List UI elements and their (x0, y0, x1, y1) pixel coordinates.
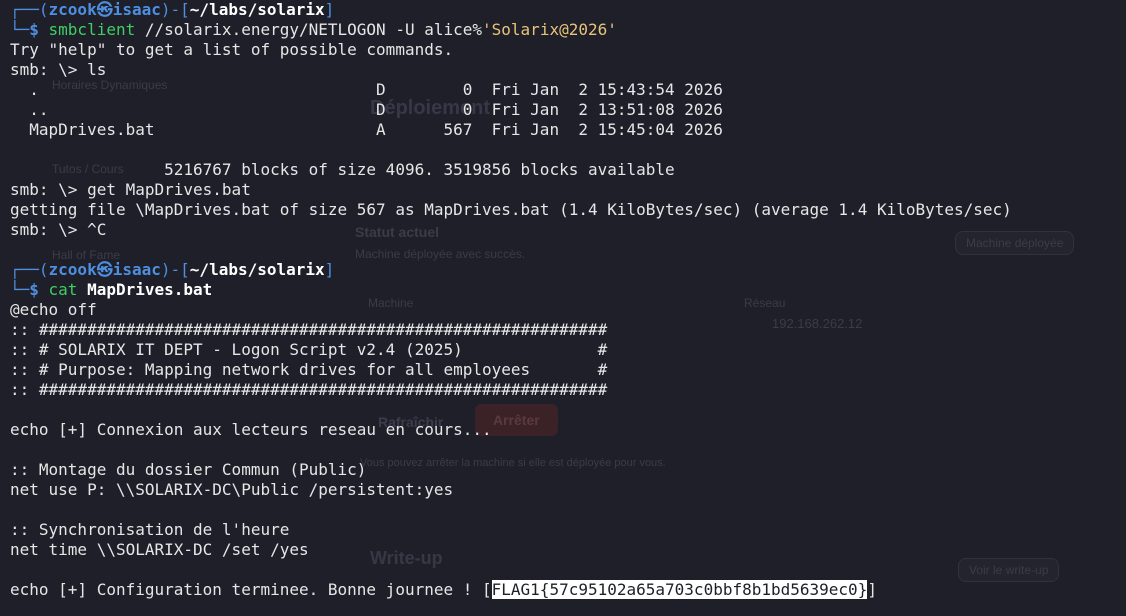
prompt-header-2: ┌──(zcook㉿isaac)-[~/labs/solarix] (10, 260, 1012, 280)
output-line: . D 0 Fri Jan 2 15:43:54 2026 (10, 80, 723, 99)
prompt-frame: ] (324, 0, 335, 19)
flag-selection[interactable]: FLAG1{57c95102a65a703c0bbf8b1bd5639ec0} (491, 580, 868, 599)
command-args: //solarix.energy/NETLOGON -U alice% (135, 20, 483, 39)
prompt-header-1: ┌──(zcook㉿isaac)-[~/labs/solarix] (10, 0, 1012, 20)
file-line (10, 500, 1012, 520)
command-name: cat (48, 280, 78, 299)
command-line-2: └─$ cat MapDrives.bat (10, 280, 1012, 300)
file-line: net use P: \\SOLARIX-DC\Public /persiste… (10, 480, 454, 499)
file-line (10, 400, 1012, 420)
file-line: :: # Purpose: Mapping network drives for… (10, 360, 608, 379)
file-line: echo [+] Connexion aux lecteurs reseau e… (10, 420, 492, 439)
prompt-frame: ┌──( (10, 260, 49, 279)
final-echo-prefix: echo [+] Configuration terminee. Bonne j… (10, 580, 492, 599)
output-line: getting file \MapDrives.bat of size 567 … (10, 200, 1012, 219)
prompt-path: ~/labs/solarix (189, 260, 325, 279)
final-echo-line: echo [+] Configuration terminee. Bonne j… (10, 580, 1012, 600)
output-line: .. D 0 Fri Jan 2 13:51:08 2026 (10, 100, 723, 119)
file-line: :: #####################################… (10, 380, 608, 399)
prompt-dollar: $ (29, 20, 49, 39)
file-line: :: Synchronisation de l'heure (10, 520, 290, 539)
output-line: MapDrives.bat A 567 Fri Jan 2 15:45:04 2… (10, 120, 723, 139)
terminal-output: ┌──(zcook㉿isaac)-[~/labs/solarix] └─$ sm… (10, 0, 1012, 600)
prompt-host: isaac (112, 260, 161, 279)
prompt-frame: )-[ (160, 260, 190, 279)
prompt-user: zcook (48, 260, 97, 279)
output-line: smb: \> get MapDrives.bat (10, 180, 251, 199)
prompt-at-icon: ㉿ (96, 0, 113, 19)
prompt-path: ~/labs/solarix (189, 0, 325, 19)
prompt-frame: └─ (10, 280, 30, 299)
final-echo-suffix: ] (867, 580, 877, 599)
prompt-frame: )-[ (160, 0, 190, 19)
command-name: smbclient (48, 20, 136, 39)
output-line: 5216767 blocks of size 4096. 3519856 blo… (10, 160, 675, 179)
file-line: :: # SOLARIX IT DEPT - Logon Script v2.4… (10, 340, 608, 359)
file-line: @echo off (10, 300, 97, 319)
output-line: smb: \> ls (10, 60, 107, 79)
prompt-frame: └─ (10, 20, 30, 39)
command-quoted-arg: 'Solarix@2026' (482, 20, 617, 39)
file-line: :: #####################################… (10, 320, 608, 339)
prompt-frame: ┌──( (10, 0, 49, 19)
output-line: Try "help" to get a list of possible com… (10, 40, 454, 59)
file-line: :: Montage du dossier Commun (Public) (10, 460, 367, 479)
file-line (10, 440, 1012, 460)
command-args: MapDrives.bat (77, 280, 213, 299)
file-line (10, 560, 1012, 580)
prompt-frame: ] (324, 260, 335, 279)
command-line-1: └─$ smbclient //solarix.energy/NETLOGON … (10, 20, 1012, 40)
prompt-user: zcook (48, 0, 97, 19)
prompt-dollar: $ (29, 280, 49, 299)
prompt-host: isaac (112, 0, 161, 19)
file-line: net time \\SOLARIX-DC /set /yes (10, 540, 309, 559)
output-line: smb: \> ^C (10, 220, 107, 239)
prompt-at-icon: ㉿ (96, 260, 113, 279)
